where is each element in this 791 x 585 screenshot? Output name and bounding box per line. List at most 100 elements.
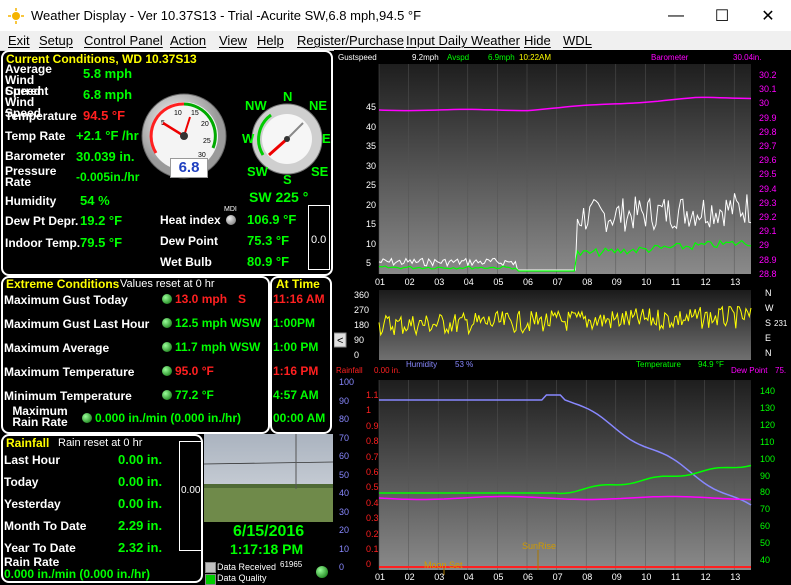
temp-graph-value: 94.9 °F <box>698 360 724 369</box>
menu-action[interactable]: Action <box>170 33 206 48</box>
heat-index-value: 106.9 °F <box>247 212 297 227</box>
temp-rate-value: +2.1 °F /hr <box>76 128 139 143</box>
app-sun-icon <box>8 8 24 24</box>
weather-graphs: < <box>334 50 791 583</box>
menu-exit[interactable]: Exit <box>8 33 30 48</box>
extreme-value: 95.0 °F <box>175 364 214 378</box>
menu-view[interactable]: View <box>219 33 247 48</box>
y-tick-label: 70 <box>760 504 771 515</box>
menu-register[interactable]: Register/Purchase <box>297 33 404 48</box>
humidity-value: 54 % <box>80 193 110 208</box>
svg-text:25: 25 <box>203 138 211 145</box>
y-tick-label: 140 <box>760 386 776 396</box>
x-tick-label: 08 <box>582 277 593 287</box>
x-tick-label: 03 <box>434 572 445 582</box>
webcam-image[interactable] <box>204 434 333 522</box>
pres-rate-label: Pressure Rate <box>5 164 57 189</box>
extreme-label: Minimum Temperature <box>4 389 132 403</box>
dew-depr-label: Dew Pt Depr. <box>5 214 79 228</box>
y-tick-label: 30 <box>339 506 350 517</box>
y-tick-label: 270 <box>354 305 370 315</box>
x-tick-label: 01 <box>375 572 386 582</box>
wind-speed-readout: 6.8 <box>170 158 208 178</box>
dir-right-value: 231 <box>774 319 788 328</box>
sunrise-label: SunRise <box>522 541 557 551</box>
extreme-dot <box>162 318 172 328</box>
rain-sub: Rain reset at 0 hr <box>58 437 143 449</box>
x-tick-label: 03 <box>434 277 445 287</box>
y-tick-label: N <box>765 348 772 358</box>
x-tick-label: 12 <box>700 277 711 287</box>
baro-value: 30.039 in. <box>76 149 135 164</box>
x-tick-label: 04 <box>463 572 474 582</box>
temp-hum-plot <box>379 380 751 570</box>
y-tick-label: 1 <box>366 405 372 416</box>
x-tick-label: 11 <box>671 277 681 287</box>
indoor-bar-value: 0.0 <box>311 234 327 246</box>
y-tick-label: 90 <box>760 470 771 481</box>
compass-s-label: S <box>283 172 292 187</box>
y-tick-label: 120 <box>760 419 776 430</box>
hum-graph-value: 53 % <box>455 360 474 369</box>
x-tick-label: 04 <box>463 277 474 287</box>
y-tick-label: 180 <box>354 320 370 330</box>
baro-graph-value: 30.04in. <box>733 53 762 62</box>
humidity-label: Humidity <box>5 194 57 208</box>
compass-w-label: W <box>242 131 255 146</box>
minimize-button[interactable]: — <box>653 0 699 31</box>
moonset-label: Moon Set <box>424 560 463 570</box>
menu-input-daily[interactable]: Input Daily Weather <box>406 33 520 48</box>
y-tick-label: 0 <box>354 350 360 360</box>
menu-control-panel[interactable]: Control Panel <box>84 33 163 48</box>
y-tick-label: 29.6 <box>759 155 777 166</box>
maximize-button[interactable]: ☐ <box>699 0 745 31</box>
extreme-label: Maximum Temperature <box>4 365 135 379</box>
avspd-label: Avspd <box>447 53 470 62</box>
avspd-value: 6.9mph <box>488 53 515 62</box>
temp-value: 94.5 °F <box>83 108 126 123</box>
x-tick-label: 05 <box>493 572 504 582</box>
temp-graph-label: Temperature <box>636 360 681 369</box>
y-tick-label: 130 <box>760 402 776 413</box>
x-tick-label: 13 <box>730 277 741 287</box>
y-tick-label: 1.1 <box>366 390 379 400</box>
rain-value: 2.29 in. <box>118 518 163 533</box>
rain-label: Today <box>4 475 39 489</box>
date-display: 6/15/2016 <box>233 523 305 540</box>
x-tick-label: 12 <box>700 572 711 582</box>
close-button[interactable]: ✕ <box>745 0 791 31</box>
y-tick-label: 20 <box>366 199 377 210</box>
rain-value: 0.00 in. <box>118 452 163 467</box>
y-tick-label: 360 <box>354 290 370 300</box>
y-tick-label: 80 <box>760 487 771 498</box>
menu-wdl[interactable]: WDL <box>563 33 592 48</box>
svg-text:10: 10 <box>174 110 182 117</box>
extreme-value: 11.7 mph WSW <box>175 340 261 354</box>
y-tick-label: 29.9 <box>759 112 777 123</box>
extreme-label: Maximum Average <box>4 341 110 355</box>
y-tick-label: 20 <box>339 525 350 535</box>
wet-bulb-value: 80.9 °F <box>247 254 290 269</box>
menu-help[interactable]: Help <box>257 33 284 48</box>
y-tick-label: 100 <box>760 453 776 464</box>
svg-text:20: 20 <box>201 121 209 128</box>
y-tick-label: 90 <box>339 395 350 406</box>
rain-label: Month To Date <box>4 519 87 533</box>
menu-hide[interactable]: Hide <box>524 33 551 48</box>
y-tick-label: 45 <box>366 102 377 112</box>
extreme-value: 13.0 mph <box>175 292 228 306</box>
data-quality-box <box>205 574 216 585</box>
avg-wind-value: 5.8 mph <box>83 66 133 81</box>
wet-bulb-label: Wet Bulb <box>160 255 212 269</box>
y-tick-label: 50 <box>339 469 350 480</box>
extreme-time: 4:57 AM <box>273 388 319 402</box>
y-tick-label: 10 <box>366 238 377 249</box>
y-tick-label: E <box>765 333 772 343</box>
y-tick-label: 29.3 <box>759 197 777 208</box>
extreme-time: 00:00 AM <box>273 411 326 425</box>
window-title: Weather Display - Ver 10.37S13 - Trial -… <box>31 8 422 23</box>
menu-setup[interactable]: Setup <box>39 33 73 48</box>
y-tick-label: 28.9 <box>759 254 777 265</box>
extreme-value: 12.5 mph WSW <box>175 316 262 330</box>
extreme-label: Maximum Gust Today <box>4 293 128 307</box>
